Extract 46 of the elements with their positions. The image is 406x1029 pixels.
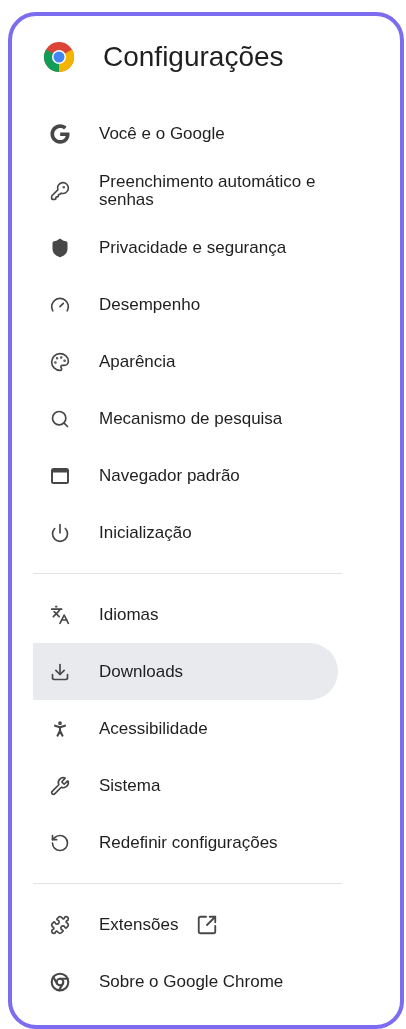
- menu-item[interactable]: Preenchimento automático e senhas: [33, 162, 338, 219]
- menu-item[interactable]: Sistema: [33, 757, 338, 814]
- menu-item[interactable]: Privacidade e segurança: [33, 219, 338, 276]
- menu-label-text: Inicialização: [99, 523, 192, 542]
- menu-label-text: Preenchimento automático e senhas: [99, 172, 317, 209]
- menu-label-text: Idiomas: [99, 605, 159, 624]
- menu-item[interactable]: Mecanismo de pesquisa: [33, 390, 338, 447]
- menu-item[interactable]: Redefinir configurações: [33, 814, 338, 871]
- external-link-icon[interactable]: [196, 913, 219, 936]
- reset-icon: [50, 832, 70, 853]
- menu-label-text: Privacidade e segurança: [99, 238, 287, 257]
- menu-label-text: Mecanismo de pesquisa: [99, 409, 283, 428]
- page-title: Configurações: [103, 43, 284, 71]
- menu-item[interactable]: Navegador padrão: [33, 447, 338, 504]
- menu-item[interactable]: Downloads: [33, 643, 338, 700]
- menu-label-text: Sistema: [99, 776, 161, 795]
- menu-label-text: Sobre o Google Chrome: [99, 972, 284, 991]
- shield-icon: [50, 237, 70, 258]
- menu-label-text: Você e o Google: [99, 124, 225, 143]
- key-icon: [50, 180, 70, 201]
- wrench-icon: [50, 775, 70, 796]
- menu-label-text: Redefinir configurações: [99, 833, 278, 852]
- download-icon: [50, 661, 70, 682]
- menu-label-text: Downloads: [99, 662, 184, 681]
- window-icon: [50, 465, 70, 486]
- menu-label-text: Aparência: [99, 352, 176, 371]
- power-icon: [50, 522, 70, 543]
- puzzle-icon: [50, 914, 70, 935]
- menu-label-text: Navegador padrão: [99, 466, 240, 485]
- menu-item[interactable]: Inicialização: [33, 504, 338, 561]
- palette-icon: [50, 351, 70, 372]
- menu-item[interactable]: Você e o Google: [33, 105, 338, 162]
- menu-item[interactable]: Sobre o Google Chrome: [33, 953, 338, 1010]
- search-icon: [50, 408, 70, 429]
- menu-item[interactable]: Desempenho: [33, 276, 338, 333]
- menu-label-text: Acessibilidade: [99, 719, 208, 738]
- menu-item[interactable]: Aparência: [33, 333, 338, 390]
- browser-logo-icon: [50, 971, 70, 992]
- menu-item[interactable]: Idiomas: [33, 586, 338, 643]
- menu-label-text: Desempenho: [99, 295, 201, 314]
- translate-icon: [50, 604, 70, 625]
- menu-item[interactable]: Acessibilidade: [33, 700, 338, 757]
- menu-label-text: Extensões: [99, 915, 179, 934]
- browser-logo-icon: [43, 41, 75, 73]
- google-icon: [50, 123, 70, 144]
- menu-item[interactable]: Extensões: [33, 896, 338, 953]
